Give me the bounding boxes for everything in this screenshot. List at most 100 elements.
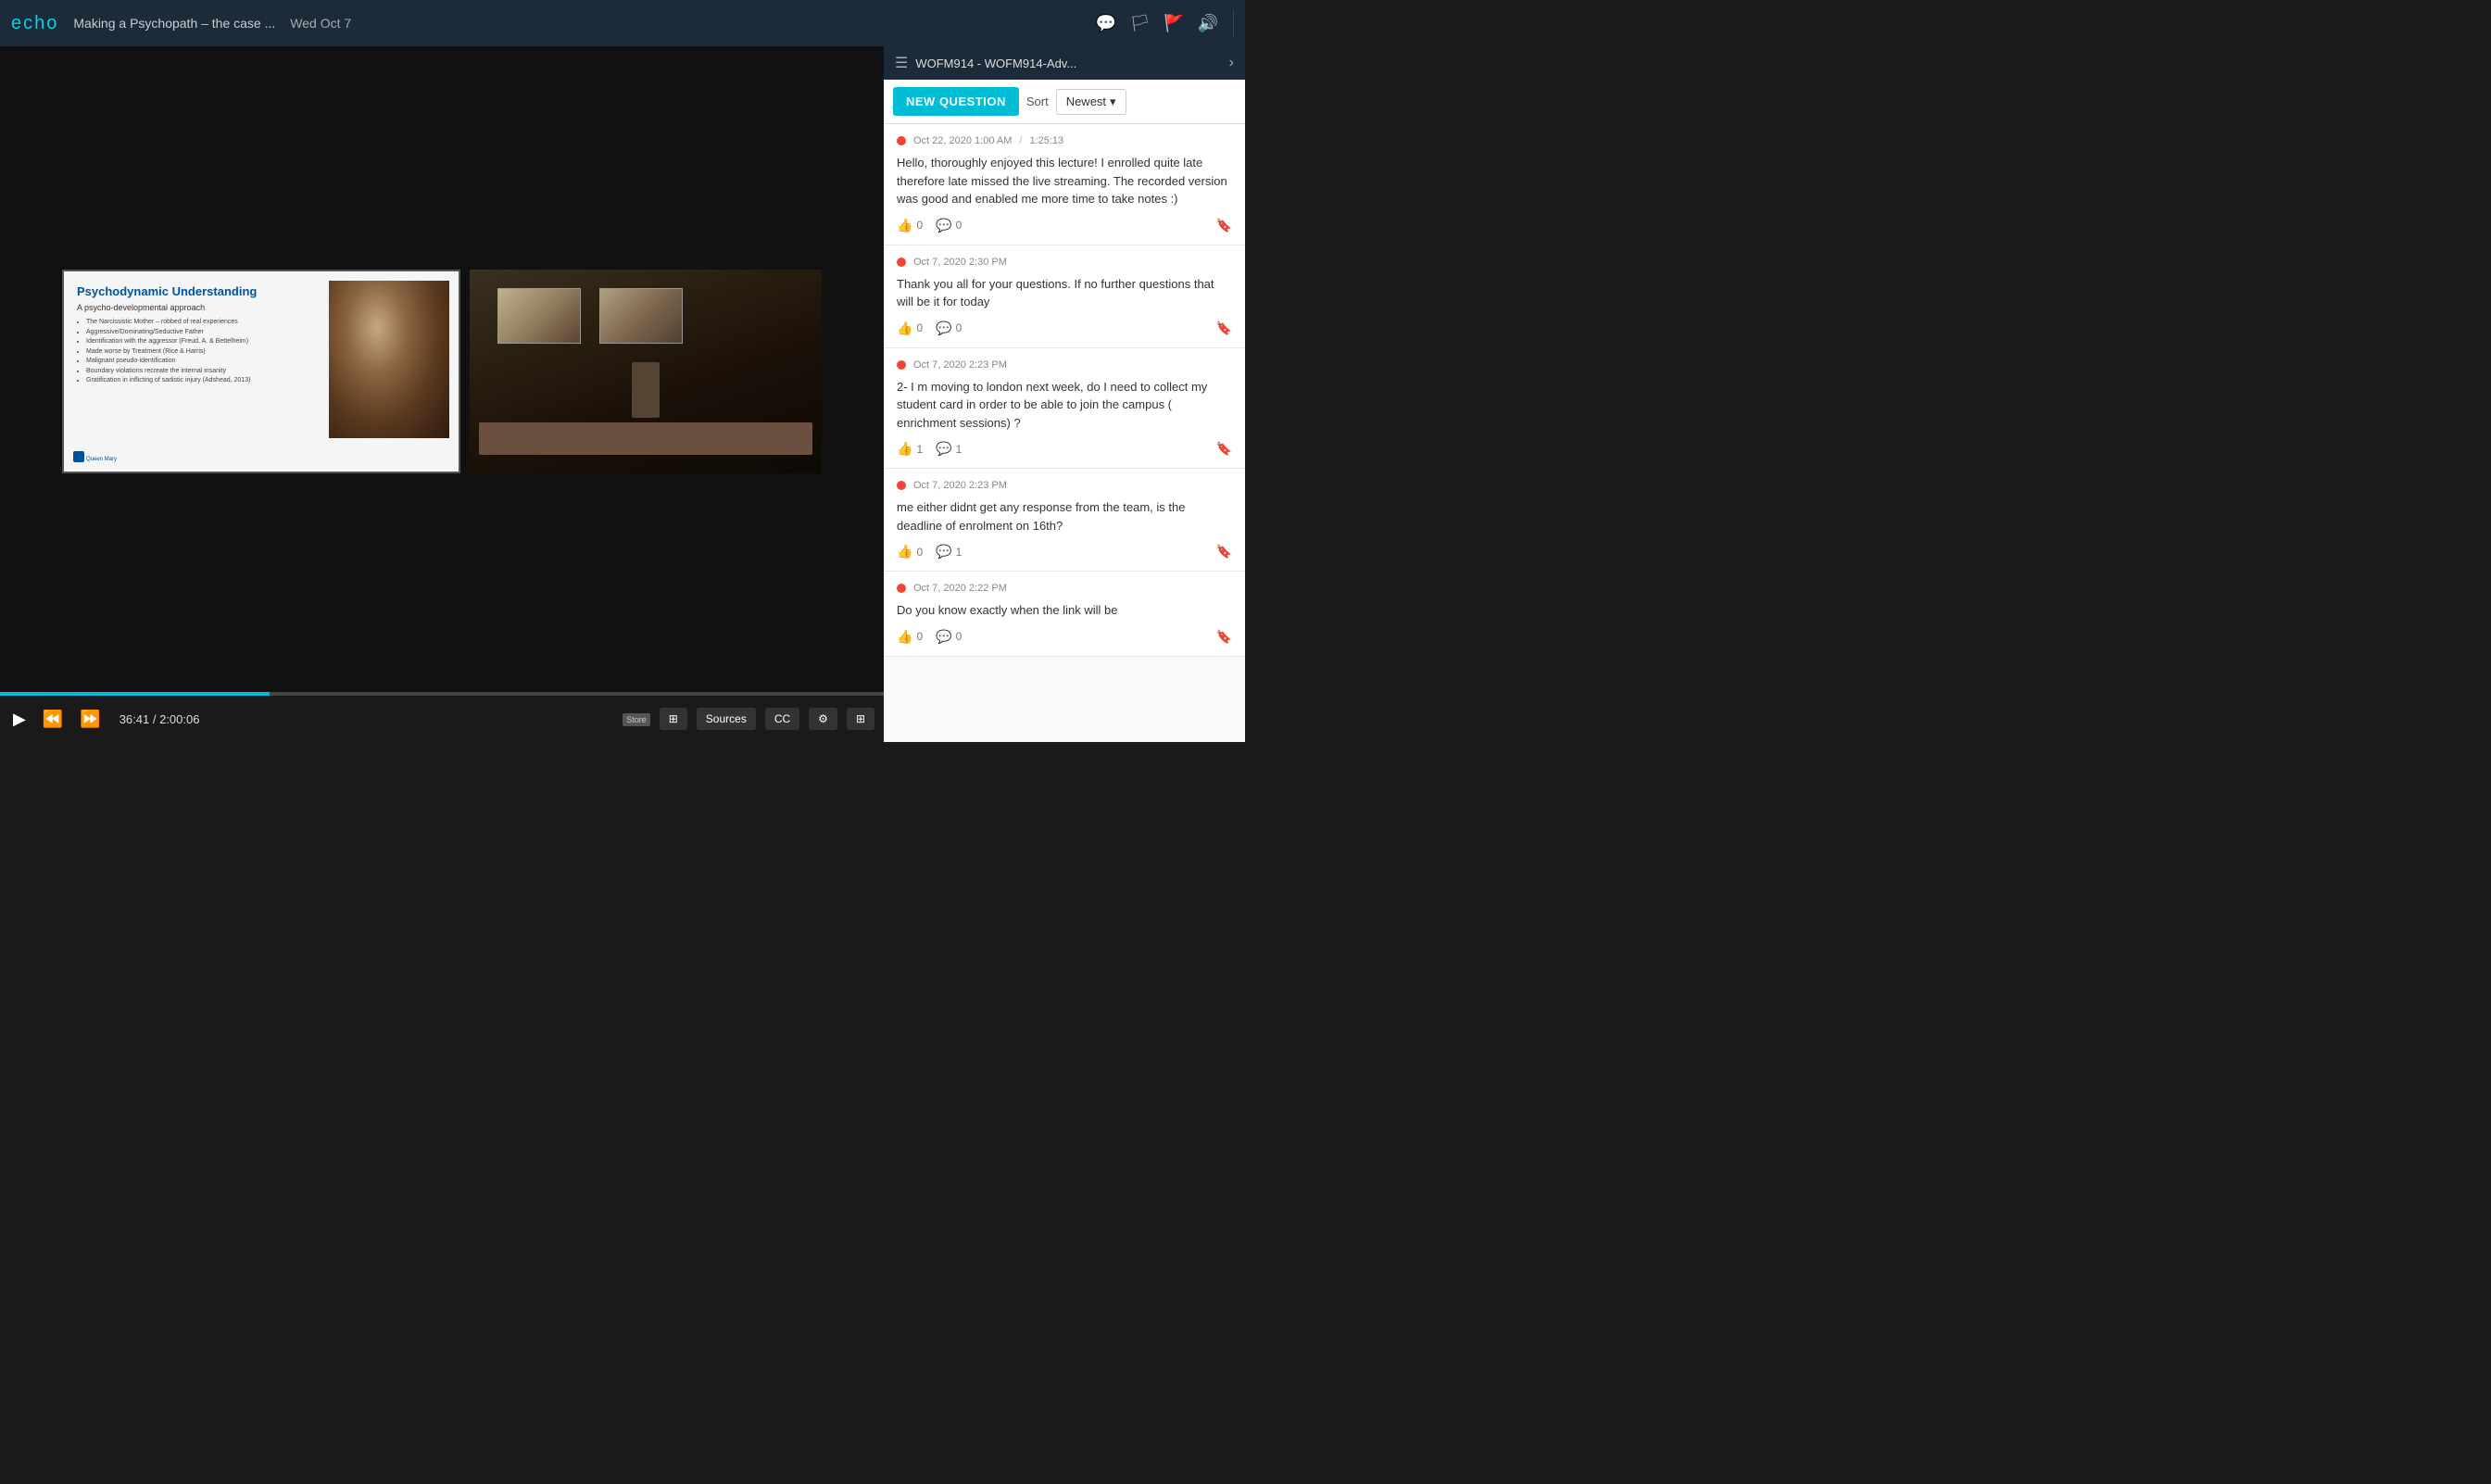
question-card-3: Oct 7, 2020 2:23 PM 2- I m moving to lon…: [884, 348, 1245, 470]
app-header: echo Making a Psychopath – the case ... …: [0, 0, 1245, 46]
sort-dropdown[interactable]: Newest ▾: [1056, 89, 1126, 115]
like-action-3[interactable]: 👍 1: [897, 441, 923, 457]
echo-logo: echo: [11, 13, 58, 34]
slide-image: [329, 281, 449, 438]
camera-table: [479, 422, 812, 455]
bookmark-icon-4[interactable]: 🔖: [1216, 544, 1232, 560]
camera-screen-left: [497, 288, 581, 344]
camera-screen-right: [599, 288, 683, 344]
header-date: Wed Oct 7: [290, 16, 351, 31]
thumbs-up-icon-5: 👍: [897, 629, 912, 645]
forward-button[interactable]: ⏩: [76, 706, 104, 733]
bookmark-icon-3[interactable]: 🔖: [1216, 441, 1232, 457]
video-controls: ▶ ⏪ ⏩ 36:41 / 2:00:06 Store ⊞ Sources CC…: [0, 696, 884, 742]
grid-button[interactable]: ⊞: [847, 708, 874, 730]
comment-action-2[interactable]: 💬 0: [936, 321, 962, 336]
progress-bar-fill: [0, 692, 270, 696]
header-icons: 💬 🏳 🚩 🔊: [1096, 14, 1218, 33]
question-dot-5: [897, 584, 906, 593]
thumbs-up-icon-2: 👍: [897, 321, 912, 336]
comment-count-1: 0: [956, 219, 962, 232]
total-time: 2:00:06: [159, 712, 199, 726]
question-card-1: Oct 22, 2020 1:00 AM / 1:25:13 Hello, th…: [884, 124, 1245, 245]
comment-count-3: 1: [956, 443, 962, 456]
comment-icon-5: 💬: [936, 629, 951, 645]
question-dot-3: [897, 360, 906, 370]
store-badge: Store: [623, 713, 650, 726]
camera-screens: [497, 288, 683, 344]
question-text-4: me either didnt get any response from th…: [897, 498, 1232, 534]
audio-icon[interactable]: 🔊: [1198, 14, 1218, 33]
question-text-1: Hello, thoroughly enjoyed this lecture! …: [897, 154, 1232, 208]
question-timestamp-1: Oct 22, 2020 1:00 AM: [913, 135, 1012, 146]
comment-icon-3: 💬: [936, 441, 951, 457]
questions-list[interactable]: Oct 22, 2020 1:00 AM / 1:25:13 Hello, th…: [884, 124, 1245, 742]
comment-icon-2: 💬: [936, 321, 951, 336]
slide-logo: Queen Mary: [73, 451, 129, 468]
question-timestamp-5: Oct 7, 2020 2:22 PM: [913, 583, 1007, 594]
bookmark-icon-5[interactable]: 🔖: [1216, 629, 1232, 645]
question-actions-5: 👍 0 💬 0 🔖: [897, 629, 1232, 645]
thumbs-up-icon-3: 👍: [897, 441, 912, 457]
comment-count-5: 0: [956, 630, 962, 643]
rewind-button[interactable]: ⏪: [39, 706, 67, 733]
question-meta-4: Oct 7, 2020 2:23 PM: [897, 480, 1232, 491]
question-text-2: Thank you all for your questions. If no …: [897, 275, 1232, 311]
new-question-button[interactable]: NEW QUESTION: [893, 87, 1019, 116]
slide-panel: Psychodynamic Understanding A psycho-dev…: [62, 270, 460, 473]
bookmark-icon-2[interactable]: 🔖: [1216, 321, 1232, 336]
main-container: Psychodynamic Understanding A psycho-dev…: [0, 46, 1245, 742]
header-title: Making a Psychopath – the case ...: [73, 16, 275, 31]
question-card-2: Oct 7, 2020 2:30 PM Thank you all for yo…: [884, 245, 1245, 348]
like-count-2: 0: [916, 321, 923, 334]
like-count-1: 0: [916, 219, 923, 232]
right-panel: ☰ WOFM914 - WOFM914-Adv... › NEW QUESTIO…: [884, 46, 1245, 742]
question-meta-5: Oct 7, 2020 2:22 PM: [897, 583, 1232, 594]
header-divider: [1233, 9, 1234, 37]
comment-action-5[interactable]: 💬 0: [936, 629, 962, 645]
chevron-down-icon: ▾: [1110, 94, 1116, 109]
comment-action-1[interactable]: 💬 0: [936, 218, 962, 233]
sources-button[interactable]: Sources: [697, 708, 756, 730]
comment-icon: 💬: [936, 218, 951, 233]
qa-toolbar: NEW QUESTION Sort Newest ▾: [884, 80, 1245, 124]
comment-count-2: 0: [956, 321, 962, 334]
question-meta-3: Oct 7, 2020 2:23 PM: [897, 359, 1232, 371]
question-actions-1: 👍 0 💬 0 🔖: [897, 218, 1232, 233]
question-timestamp-4: Oct 7, 2020 2:23 PM: [913, 480, 1007, 491]
bookmark-icon-1[interactable]: 🔖: [1216, 218, 1232, 233]
camera-panel: [470, 270, 822, 473]
svg-text:Queen Mary: Queen Mary: [86, 457, 117, 462]
like-action-5[interactable]: 👍 0: [897, 629, 923, 645]
like-action-1[interactable]: 👍 0: [897, 218, 923, 233]
video-area: Psychodynamic Understanding A psycho-dev…: [0, 46, 884, 742]
chat-icon[interactable]: 💬: [1096, 14, 1116, 33]
panel-arrow-icon[interactable]: ›: [1229, 55, 1234, 71]
bookmark-flag-icon[interactable]: 🚩: [1164, 14, 1184, 33]
question-card-4: Oct 7, 2020 2:23 PM me either didnt get …: [884, 469, 1245, 572]
question-separator-1: /: [1019, 135, 1022, 146]
slide-inner: Psychodynamic Understanding A psycho-dev…: [64, 271, 459, 472]
comment-action-4[interactable]: 💬 1: [936, 544, 962, 560]
like-count-4: 0: [916, 546, 923, 559]
cc-button[interactable]: CC: [765, 708, 799, 730]
like-action-2[interactable]: 👍 0: [897, 321, 923, 336]
play-button[interactable]: ▶: [9, 706, 30, 733]
comment-action-3[interactable]: 💬 1: [936, 441, 962, 457]
progress-bar-container[interactable]: [0, 692, 884, 696]
question-actions-3: 👍 1 💬 1 🔖: [897, 441, 1232, 457]
question-dot-4: [897, 481, 906, 490]
camera-speaker: [632, 362, 660, 418]
flag-add-icon[interactable]: 🏳: [1129, 14, 1151, 33]
store-container: Store: [623, 711, 650, 727]
like-count-3: 1: [916, 443, 923, 456]
settings-button[interactable]: ⚙: [809, 708, 837, 730]
like-action-4[interactable]: 👍 0: [897, 544, 923, 560]
layout-icon-button[interactable]: ⊞: [660, 708, 687, 730]
question-meta-2: Oct 7, 2020 2:30 PM: [897, 257, 1232, 268]
panel-title: WOFM914 - WOFM914-Adv...: [915, 57, 1221, 70]
thumbs-up-icon-4: 👍: [897, 544, 912, 560]
video-content: Psychodynamic Understanding A psycho-dev…: [0, 46, 884, 696]
right-panel-header: ☰ WOFM914 - WOFM914-Adv... ›: [884, 46, 1245, 80]
question-text-5: Do you know exactly when the link will b…: [897, 601, 1232, 620]
